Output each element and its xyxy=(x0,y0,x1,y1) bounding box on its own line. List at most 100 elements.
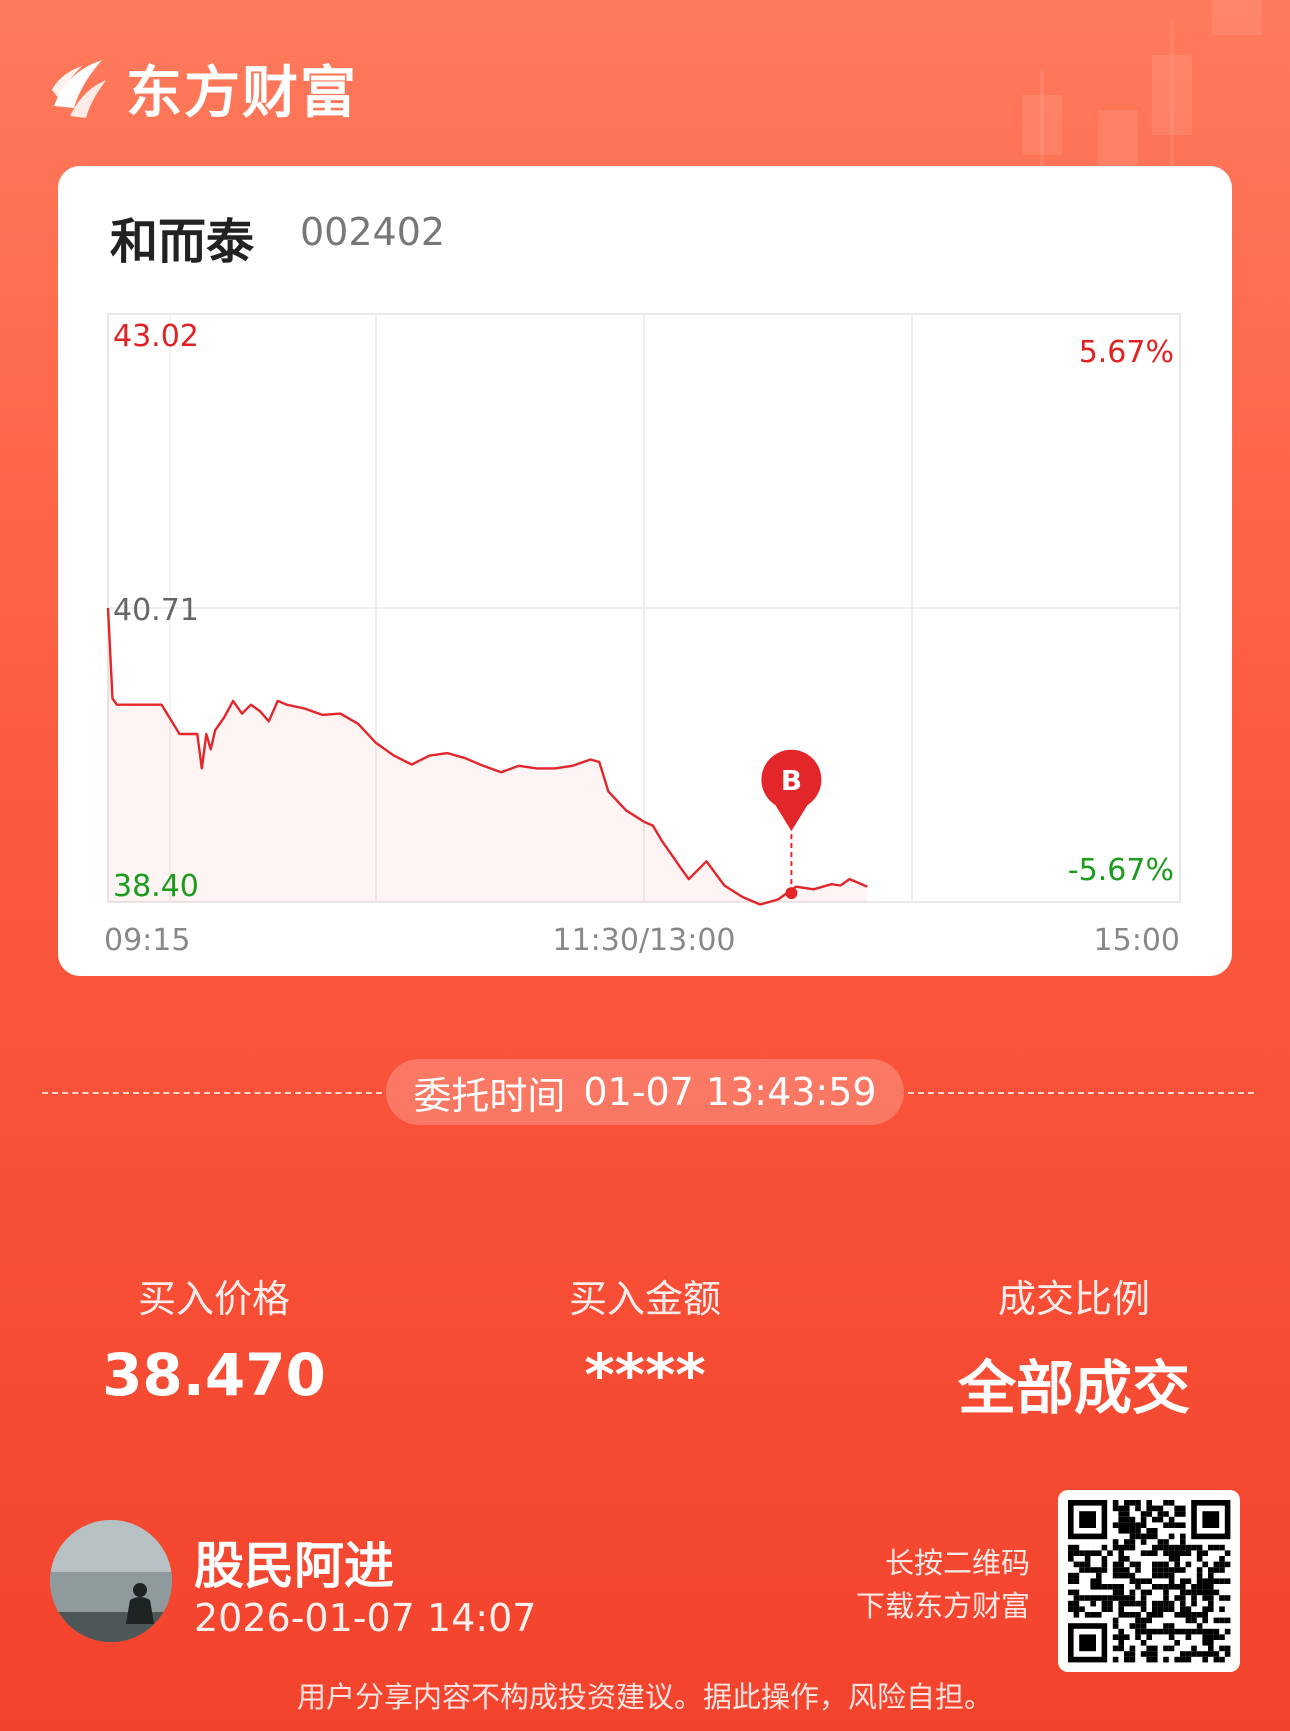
qr-module xyxy=(1124,1516,1130,1523)
qr-module xyxy=(1163,1606,1169,1612)
qr-module xyxy=(1152,1550,1158,1556)
qr-module xyxy=(1096,1567,1102,1573)
qr-module xyxy=(1101,1595,1108,1601)
qr-module xyxy=(1124,1511,1130,1517)
avatar[interactable] xyxy=(50,1520,172,1642)
qr-module xyxy=(1168,1522,1175,1528)
qr-module xyxy=(1174,1511,1180,1517)
qr-module xyxy=(1152,1516,1158,1523)
qr-module xyxy=(1196,1628,1203,1635)
qr-module xyxy=(1185,1651,1192,1657)
qr-module xyxy=(1112,1645,1119,1652)
qr-module xyxy=(1112,1500,1119,1506)
qr-module xyxy=(1219,1656,1225,1663)
qr-module xyxy=(1118,1600,1124,1607)
qr-module xyxy=(1213,1617,1220,1624)
qr-module xyxy=(1213,1578,1220,1584)
qr-module xyxy=(1140,1550,1147,1556)
qr-module xyxy=(1224,1550,1231,1556)
qr-module xyxy=(1101,1606,1108,1612)
dashed-divider-left xyxy=(42,1092,382,1094)
qr-module xyxy=(1168,1645,1175,1652)
qr-module xyxy=(1135,1623,1141,1629)
qr-module xyxy=(1118,1572,1124,1579)
qr-module xyxy=(1196,1623,1203,1629)
qr-module xyxy=(1180,1656,1186,1663)
qr-module xyxy=(1129,1612,1136,1618)
qr-module xyxy=(1090,1567,1096,1573)
qr-module xyxy=(1185,1606,1192,1612)
qr-module xyxy=(1118,1550,1124,1556)
qr-module xyxy=(1140,1617,1147,1624)
qr-module xyxy=(1174,1550,1180,1556)
qr-code[interactable] xyxy=(1058,1490,1240,1672)
qr-module xyxy=(1101,1567,1108,1573)
y-label-right-bottom: -5.67% xyxy=(1068,853,1174,888)
qr-module xyxy=(1090,1600,1096,1607)
qr-module xyxy=(1129,1651,1136,1657)
qr-module xyxy=(1191,1600,1197,1607)
qr-hint-line2: 下载东方财富 xyxy=(855,1589,1030,1623)
background-candlestick-decoration xyxy=(1022,95,1062,155)
qr-module xyxy=(1163,1561,1169,1568)
qr-module xyxy=(1174,1544,1180,1551)
qr-module xyxy=(1152,1505,1158,1512)
stat-buy-price: 买入价格 38.470 xyxy=(14,1268,414,1409)
qr-module xyxy=(1208,1578,1214,1584)
qr-module xyxy=(1168,1628,1175,1635)
qr-module xyxy=(1180,1522,1186,1528)
qr-module xyxy=(1079,1606,1085,1612)
qr-module xyxy=(1163,1595,1169,1601)
qr-module xyxy=(1180,1511,1186,1517)
qr-module xyxy=(1079,1561,1085,1568)
qr-module xyxy=(1146,1550,1152,1556)
qr-module xyxy=(1124,1556,1130,1562)
qr-module xyxy=(1146,1578,1152,1584)
qr-module xyxy=(1129,1533,1136,1540)
qr-module xyxy=(1096,1595,1102,1601)
qr-module xyxy=(1129,1539,1136,1545)
qr-module xyxy=(1112,1567,1119,1573)
qr-module xyxy=(1073,1595,1080,1601)
qr-module xyxy=(1084,1612,1091,1618)
qr-module xyxy=(1202,1612,1208,1618)
qr-module xyxy=(1146,1589,1152,1596)
qr-module xyxy=(1129,1656,1136,1663)
qr-module xyxy=(1196,1572,1203,1579)
qr-module xyxy=(1174,1595,1180,1601)
qr-module xyxy=(1135,1505,1141,1512)
qr-module xyxy=(1118,1561,1124,1568)
qr-module xyxy=(1163,1522,1169,1528)
qr-module xyxy=(1129,1516,1136,1523)
qr-module xyxy=(1135,1634,1141,1640)
qr-module xyxy=(1202,1617,1208,1624)
qr-module xyxy=(1202,1628,1208,1635)
qr-module xyxy=(1079,1595,1085,1601)
qr-module xyxy=(1224,1561,1231,1568)
qr-module xyxy=(1185,1628,1192,1635)
qr-module xyxy=(1140,1623,1147,1629)
qr-module xyxy=(1202,1606,1208,1612)
qr-module xyxy=(1157,1612,1164,1618)
qr-module xyxy=(1208,1589,1214,1596)
qr-module xyxy=(1174,1628,1180,1635)
qr-module xyxy=(1140,1522,1147,1528)
qr-code-icon xyxy=(1068,1500,1231,1663)
qr-module xyxy=(1180,1505,1186,1512)
qr-module xyxy=(1140,1539,1147,1545)
qr-module xyxy=(1118,1606,1124,1612)
qr-module xyxy=(1202,1511,1220,1528)
qr-module xyxy=(1129,1645,1136,1652)
qr-module xyxy=(1202,1589,1208,1596)
qr-module xyxy=(1168,1578,1175,1584)
qr-module xyxy=(1152,1561,1158,1568)
qr-module xyxy=(1073,1572,1080,1579)
qr-module xyxy=(1163,1623,1169,1629)
qr-module xyxy=(1224,1617,1231,1624)
qr-module xyxy=(1208,1634,1214,1640)
order-time-pill: 委托时间 01-07 13:43:59 xyxy=(386,1059,904,1125)
qr-module xyxy=(1118,1544,1124,1551)
qr-module xyxy=(1163,1656,1169,1663)
qr-module xyxy=(1118,1628,1124,1635)
qr-module xyxy=(1118,1556,1124,1562)
